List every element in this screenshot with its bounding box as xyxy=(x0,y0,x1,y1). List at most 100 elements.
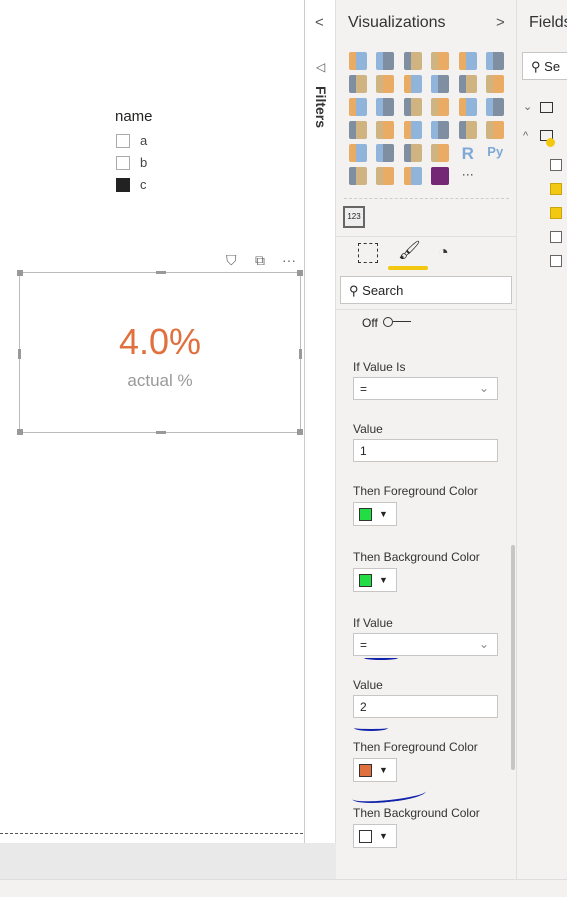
line-clustered-visual-icon[interactable] xyxy=(458,75,477,93)
focus-mode-icon[interactable]: ⧉ xyxy=(255,252,265,269)
legend-item-b[interactable]: b xyxy=(116,155,147,170)
value-input[interactable]: 1 xyxy=(353,439,498,462)
value-label: Value xyxy=(353,678,383,692)
custom-visual-icon[interactable]: 123 xyxy=(343,206,365,228)
map-visual-icon[interactable] xyxy=(486,98,505,116)
value-input[interactable]: 2 xyxy=(353,695,498,718)
card-value: 4.0% xyxy=(118,321,202,362)
field-checkbox[interactable] xyxy=(550,255,562,267)
100-column-visual-icon[interactable] xyxy=(486,52,505,70)
gauge-visual-icon[interactable] xyxy=(431,121,450,139)
chevron-down-icon[interactable]: ⌄ xyxy=(523,100,532,113)
legend-item-c[interactable]: c xyxy=(116,177,147,192)
matrix-visual-icon[interactable] xyxy=(431,144,450,162)
pie-visual-icon[interactable] xyxy=(403,98,422,116)
analytics-icon[interactable]: ◔ xyxy=(438,242,449,263)
kpi-visual-icon[interactable] xyxy=(348,144,367,162)
slicer-visual-icon[interactable] xyxy=(376,144,395,162)
chevron-right-icon[interactable]: > xyxy=(496,14,505,31)
chevron-up-icon[interactable]: ^ xyxy=(523,130,528,142)
legend-checkbox[interactable] xyxy=(116,155,130,170)
if-value-is-label: If Value Is xyxy=(353,360,406,374)
treemap-visual-icon[interactable] xyxy=(458,98,477,116)
background-color-label: Then Background Color xyxy=(353,806,480,820)
area-visual-icon[interactable] xyxy=(376,75,395,93)
stacked-area-visual-icon[interactable] xyxy=(403,75,422,93)
qa-visual-icon[interactable] xyxy=(376,167,395,185)
foreground-color-picker[interactable]: ▼ xyxy=(353,758,397,782)
table-icon xyxy=(540,102,553,113)
multirow-card-visual-icon[interactable] xyxy=(486,121,505,139)
active-tab-indicator xyxy=(388,266,428,270)
clustered-bar-visual-icon[interactable] xyxy=(403,52,422,70)
fields-search-input[interactable]: ⚲ Se xyxy=(522,52,567,80)
filters-label[interactable]: Filters xyxy=(313,86,329,128)
if-value-dropdown[interactable]: = ⌄ xyxy=(353,633,498,656)
card-visual[interactable]: 4.0% actual % xyxy=(17,270,303,435)
card-label: actual % xyxy=(127,371,193,390)
chevron-down-icon: ⌄ xyxy=(478,637,489,651)
more-options-icon[interactable]: ··· xyxy=(282,252,296,268)
legend-title: name xyxy=(115,108,153,125)
report-canvas[interactable]: name a b c ⛉ ⧉ ··· 4.0% actual % xyxy=(0,0,303,843)
search-icon: ⚲ xyxy=(349,283,359,298)
power-apps-visual-icon[interactable] xyxy=(431,167,450,185)
ribbon-visual-icon[interactable] xyxy=(486,75,505,93)
field-checkbox[interactable] xyxy=(550,231,562,243)
check-badge-icon xyxy=(546,138,555,147)
field-checkbox[interactable] xyxy=(550,159,562,171)
caret-down-icon: ▼ xyxy=(379,575,388,585)
scatter-visual-icon[interactable] xyxy=(376,98,395,116)
fields-tab-icon[interactable] xyxy=(358,243,378,263)
fields-pane: Fields ⚲ Se ⌄ ^ xyxy=(517,0,567,879)
caret-down-icon: ▼ xyxy=(379,765,388,775)
r-visual-visual-icon[interactable]: R xyxy=(459,144,477,163)
decomposition-tree-visual-icon[interactable] xyxy=(348,167,367,185)
line-column-visual-icon[interactable] xyxy=(431,75,450,93)
line-visual-icon[interactable] xyxy=(348,75,367,93)
background-color-picker[interactable]: ▼ xyxy=(353,824,397,848)
visualizations-pane: Visualizations > R Py ··· 123 🖌 ◔ ⚲ Search… xyxy=(336,0,517,879)
legend-item-a[interactable]: a xyxy=(116,133,147,148)
legend-label: c xyxy=(140,177,147,192)
foreground-color-picker[interactable]: ▼ xyxy=(353,502,397,526)
field-checkbox[interactable] xyxy=(550,207,562,219)
donut-visual-icon[interactable] xyxy=(431,98,450,116)
search-placeholder: Search xyxy=(362,283,404,298)
shape-map-visual-icon[interactable] xyxy=(376,121,395,139)
stacked-bar-visual-icon[interactable] xyxy=(348,52,367,70)
more-visual-icon[interactable]: ··· xyxy=(459,167,477,185)
page-boundary xyxy=(0,833,303,834)
clustered-column-visual-icon[interactable] xyxy=(431,52,450,70)
filter-icon[interactable]: ⛉ xyxy=(226,252,237,269)
search-icon: ⚲ xyxy=(531,59,541,74)
100-bar-visual-icon[interactable] xyxy=(458,52,477,70)
search-input[interactable]: ⚲ Search xyxy=(340,276,512,304)
format-paint-roller-icon[interactable]: 🖌 xyxy=(398,240,421,261)
arcgis-visual-icon[interactable] xyxy=(403,167,422,185)
funnel-visual-icon[interactable] xyxy=(403,121,422,139)
field-checkbox[interactable] xyxy=(550,183,562,195)
filled-map-visual-icon[interactable] xyxy=(348,121,367,139)
stacked-column-visual-icon[interactable] xyxy=(376,52,395,70)
legend-checkbox[interactable] xyxy=(116,133,130,148)
python-visual-visual-icon[interactable]: Py xyxy=(486,144,504,162)
fields-title: Fields xyxy=(529,14,567,31)
waterfall-visual-icon[interactable] xyxy=(348,98,367,116)
legend-checkbox[interactable] xyxy=(116,177,130,192)
caret-down-icon: ▼ xyxy=(379,509,388,519)
chevron-left-icon[interactable]: < xyxy=(315,14,324,31)
background-color-picker[interactable]: ▼ xyxy=(353,568,397,592)
toggle-switch[interactable] xyxy=(383,317,411,327)
legend-label: b xyxy=(140,155,148,170)
if-value-is-dropdown[interactable]: = ⌄ xyxy=(353,377,498,400)
chevron-down-icon: ⌄ xyxy=(478,381,489,395)
table-visual-icon[interactable] xyxy=(403,144,422,162)
filters-pane[interactable]: < ◁ Filters xyxy=(304,0,336,843)
visualizations-title: Visualizations xyxy=(348,14,446,31)
scrollbar[interactable] xyxy=(511,545,515,770)
value-label: Value xyxy=(353,422,383,436)
card-visual-icon[interactable] xyxy=(458,121,477,139)
visual-type-grid: R Py ··· xyxy=(344,52,509,185)
megaphone-icon: ◁ xyxy=(316,60,326,74)
